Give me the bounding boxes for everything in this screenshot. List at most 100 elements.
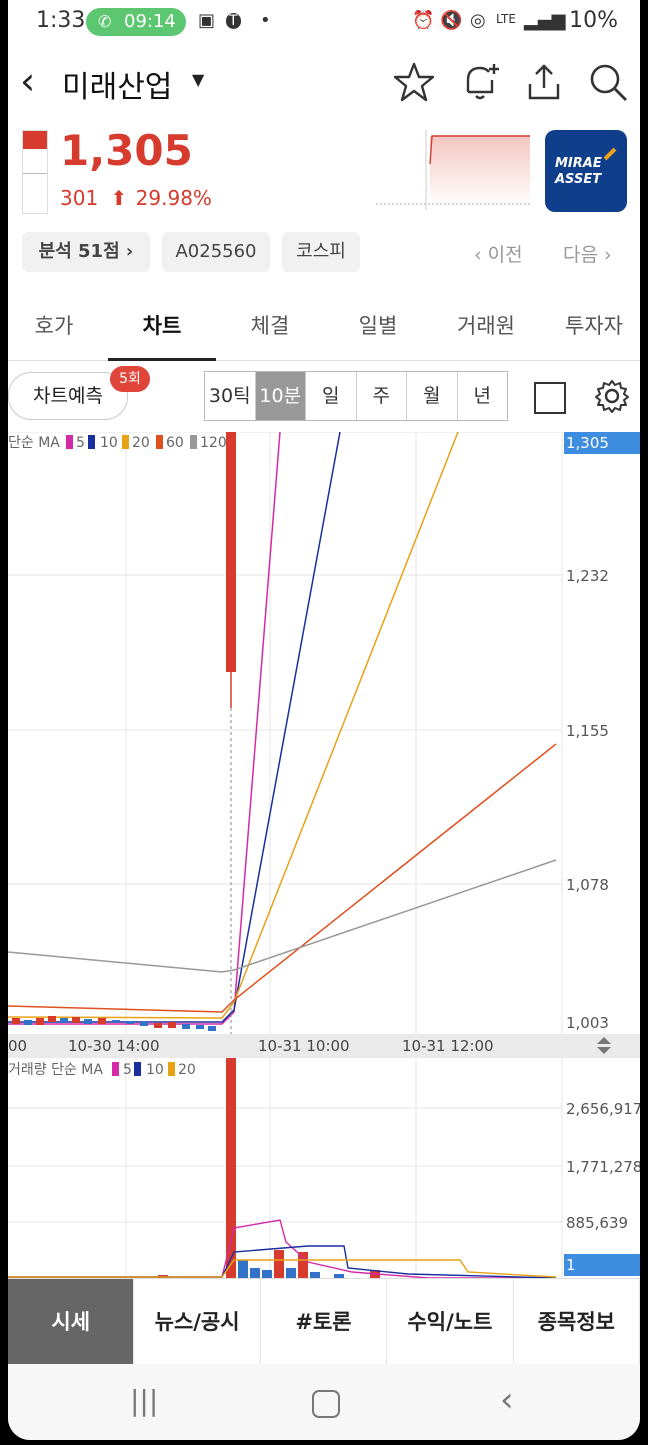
system-back-icon[interactable]: ‹ xyxy=(500,1380,514,1420)
predict-count-badge: 5회 xyxy=(110,366,150,392)
bottom-tab-quote[interactable]: 시세 xyxy=(8,1279,135,1365)
analysis-score-chip[interactable]: 분석 51점 › xyxy=(22,232,150,272)
svg-text:120: 120 xyxy=(200,435,227,451)
price-volume-chart[interactable]: 단순 MA 5 10 20 60 120 1,305 1,232 1,155 1… xyxy=(8,432,640,1278)
bottom-tab-bar: 시세 뉴스/공시 #토론 수익/노트 종목정보 xyxy=(8,1278,640,1365)
home-icon[interactable] xyxy=(312,1390,340,1418)
search-icon[interactable] xyxy=(586,60,630,104)
dot-icon: • xyxy=(260,10,271,31)
volume-legend-label: 거래량 단순 MA xyxy=(8,1062,103,1078)
ma120-line xyxy=(8,859,557,973)
volume-ma-legend: 거래량 단순 MA 5 10 20 xyxy=(8,1062,196,1078)
price-tick: 1,078 xyxy=(566,876,609,894)
volume-grid xyxy=(8,1058,562,1278)
period-month[interactable]: 월 xyxy=(407,372,458,420)
chevron-right-icon: › xyxy=(125,241,134,262)
call-time: 09:14 xyxy=(124,11,176,32)
ma5-line xyxy=(8,432,281,1025)
volume-tick: 2,656,917 xyxy=(566,1100,640,1118)
period-day[interactable]: 일 xyxy=(306,372,357,420)
share-icon[interactable] xyxy=(522,60,566,104)
dropdown-caret-icon[interactable]: ▼ xyxy=(192,70,204,89)
prev-stock-button[interactable]: ‹ 이전 xyxy=(474,240,523,267)
period-10min[interactable]: 10분 xyxy=(255,372,306,420)
stock-code-chip: A025560 xyxy=(162,232,270,272)
svg-text:20: 20 xyxy=(132,435,150,451)
price-legend-label: 단순 MA xyxy=(8,435,60,451)
tab-daily[interactable]: 일별 xyxy=(328,310,428,340)
chevron-left-icon: ‹ xyxy=(474,244,488,266)
svg-text:60: 60 xyxy=(166,435,184,451)
settings-gear-icon[interactable] xyxy=(594,378,630,414)
mute-icon: 🔇 xyxy=(440,10,463,31)
current-price: 1,305 xyxy=(60,126,193,175)
hotspot-icon: ◎ xyxy=(470,10,486,31)
company-logo: MIRAE ASSET xyxy=(545,130,627,212)
price-tick: 1,155 xyxy=(566,722,609,740)
call-indicator[interactable]: ✆ 09:14 xyxy=(86,8,186,36)
period-year[interactable]: 년 xyxy=(458,372,508,420)
tab-investors[interactable]: 투자자 xyxy=(544,310,640,340)
period-week[interactable]: 주 xyxy=(357,372,407,420)
lte-label: LTE xyxy=(496,12,516,26)
ma10-line xyxy=(8,432,341,1023)
alarm-icon: ⏰ xyxy=(412,10,435,31)
market-chip[interactable]: 코스피 xyxy=(282,232,360,272)
svg-text:10: 10 xyxy=(146,1062,164,1078)
current-volume-label: 1 xyxy=(566,1256,576,1274)
star-icon[interactable] xyxy=(392,60,436,104)
stock-name[interactable]: 미래산업 xyxy=(62,62,172,106)
up-arrow-icon: ⬆ xyxy=(110,186,128,210)
alarm-add-icon[interactable] xyxy=(458,60,502,104)
tab-bar: 호가 차트 체결 일별 거래원 투자자 xyxy=(8,296,640,361)
signal-icon: ▂▄▆ xyxy=(524,10,566,31)
tab-brokers[interactable]: 거래원 xyxy=(436,310,536,340)
svg-text:20: 20 xyxy=(178,1062,196,1078)
change-percent: 29.98% xyxy=(135,186,212,210)
price-ma-legend: 단순 MA 5 10 20 60 120 xyxy=(8,435,227,451)
chevron-right-icon: › xyxy=(597,244,612,266)
svg-text:5: 5 xyxy=(76,435,85,451)
app-screen: 1:33 ✆ 09:14 ▣ T • ⏰ 🔇 ◎ LTE ▂▄▆ 10% ‹ 미… xyxy=(8,0,640,1440)
bottom-tab-info[interactable]: 종목정보 xyxy=(514,1279,640,1365)
tab-chart[interactable]: 차트 xyxy=(112,310,212,340)
price-change: 301 ⬆ 29.98% xyxy=(60,186,212,210)
x-tick-fragment: 00 xyxy=(8,1037,27,1055)
svg-text:10: 10 xyxy=(100,435,118,451)
back-icon[interactable]: ‹ xyxy=(20,62,35,100)
price-grid xyxy=(8,432,563,1278)
intraday-sparkline xyxy=(376,130,532,210)
fullscreen-square-icon[interactable] xyxy=(534,382,566,414)
limit-up-candle xyxy=(226,432,236,672)
candles xyxy=(12,432,236,1031)
period-30tick[interactable]: 30틱 xyxy=(205,372,256,420)
change-amount: 301 xyxy=(60,186,99,210)
gallery-icon: ▣ xyxy=(198,10,216,31)
status-bar: 1:33 ✆ 09:14 ▣ T • ⏰ 🔇 ◎ LTE ▂▄▆ 10% xyxy=(8,0,640,44)
x-tick: 10-30 14:00 xyxy=(68,1037,160,1055)
x-tick: 10-31 10:00 xyxy=(258,1037,350,1055)
talk-icon: T xyxy=(226,13,241,29)
price-range-indicator xyxy=(22,130,48,214)
system-nav-bar: ||| ‹ xyxy=(8,1364,640,1440)
phone-icon: ✆ xyxy=(98,12,112,31)
volume-bars xyxy=(158,1058,380,1278)
bottom-tab-discussion[interactable]: #토론 xyxy=(261,1279,388,1365)
price-tick: 1,232 xyxy=(566,567,609,585)
period-selector: 30틱 10분 일 주 월 년 xyxy=(204,371,508,421)
x-tick: 10-31 12:00 xyxy=(402,1037,494,1055)
volume-tick: 885,639 xyxy=(566,1214,628,1232)
volume-tick: 1,771,278 xyxy=(566,1158,640,1176)
tab-orderbook[interactable]: 호가 xyxy=(8,310,104,340)
battery-level: 10% xyxy=(569,8,618,33)
bottom-tab-notes[interactable]: 수익/노트 xyxy=(387,1279,514,1365)
status-time: 1:33 xyxy=(36,8,86,33)
price-tick: 1,003 xyxy=(566,1014,609,1032)
svg-text:5: 5 xyxy=(123,1062,132,1078)
bottom-tab-news[interactable]: 뉴스/공시 xyxy=(134,1279,261,1365)
current-price-label: 1,305 xyxy=(566,434,609,452)
recent-apps-icon[interactable]: ||| xyxy=(130,1384,158,1417)
next-stock-button[interactable]: 다음 › xyxy=(563,240,612,267)
active-tab-underline xyxy=(108,358,216,361)
tab-trades[interactable]: 체결 xyxy=(220,310,320,340)
